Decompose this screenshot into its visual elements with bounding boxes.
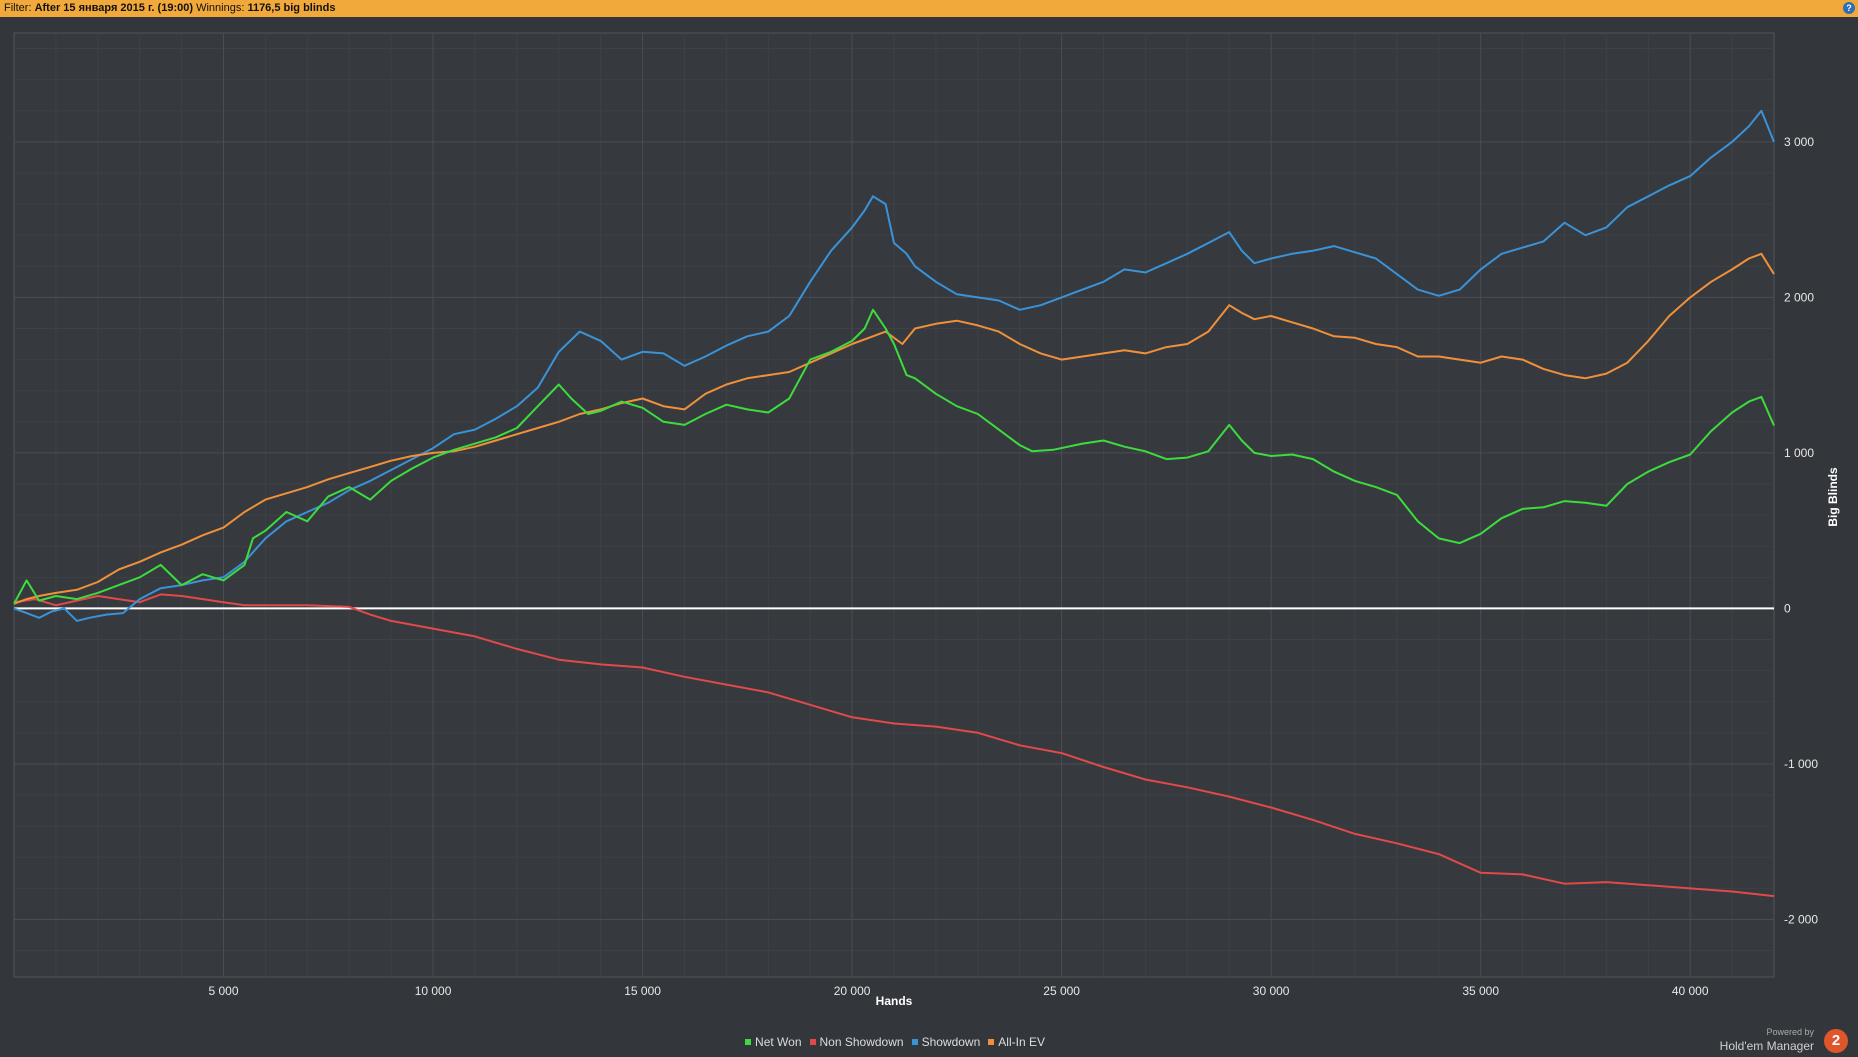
legend-swatch — [988, 1039, 995, 1045]
x-tick-label: 25 000 — [1043, 984, 1080, 998]
legend-label: All-In EV — [998, 1035, 1045, 1049]
graph-chart: 5 000 10 000 15 000 20 000 25 000 30 000 35 00… — [13, 32, 1840, 1008]
winnings-value: 1176,5 big blinds — [247, 2, 336, 14]
legend-item-net-won[interactable]: Net Won — [745, 1035, 802, 1049]
chart-legend: Net Won Non Showdown Showdown All-In EV — [0, 1035, 1790, 1049]
legend-label: Net Won — [755, 1035, 802, 1049]
x-axis-tick-labels: 5 000 10 000 15 000 20 000 25 000 30 000 35 00… — [209, 984, 1709, 998]
x-tick-label: 30 000 — [1253, 984, 1290, 998]
x-tick-label: 40 000 — [1672, 984, 1709, 998]
x-tick-label: 5 000 — [209, 984, 239, 998]
filter-label: Filter: — [4, 2, 32, 14]
x-axis-title: Hands — [876, 994, 913, 1008]
y-tick-label: 3 000 — [1784, 135, 1814, 149]
legend-item-showdown[interactable]: Showdown — [911, 1035, 981, 1049]
winnings-label: Winnings: — [196, 2, 245, 14]
y-tick-label: -1 000 — [1784, 757, 1818, 771]
x-tick-label: 10 000 — [415, 984, 452, 998]
filter-bar: Filter: After 15 января 2015 г. (19:00) … — [0, 0, 1858, 17]
help-icon[interactable]: ? — [1843, 2, 1855, 14]
y-tick-label: -2 000 — [1784, 912, 1818, 926]
filter-value[interactable]: After 15 января 2015 г. (19:00) — [35, 2, 193, 14]
y-axis-tick-labels: -2 000 -1 000 0 1 000 2 000 3 000 — [1784, 135, 1818, 927]
x-tick-label: 15 000 — [624, 984, 661, 998]
y-tick-label: 2 000 — [1784, 290, 1814, 304]
holdem-manager-logo-icon: 2 — [1824, 1029, 1848, 1053]
x-tick-label: 20 000 — [834, 984, 871, 998]
product-name: Hold'em Manager — [1719, 1039, 1814, 1053]
legend-swatch — [745, 1039, 752, 1045]
legend-label: Non Showdown — [819, 1035, 904, 1049]
y-axis-title: Big Blinds — [1826, 467, 1840, 527]
legend-item-non-showdown[interactable]: Non Showdown — [809, 1035, 904, 1049]
legend-swatch — [809, 1039, 816, 1045]
y-tick-label: 0 — [1784, 601, 1791, 615]
y-tick-label: 1 000 — [1784, 446, 1814, 460]
legend-item-all-in-ev[interactable]: All-In EV — [988, 1035, 1045, 1049]
legend-label: Showdown — [921, 1035, 981, 1049]
powered-by-text: Powered by — [1766, 1027, 1814, 1037]
legend-swatch — [911, 1039, 918, 1045]
x-tick-label: 35 000 — [1462, 984, 1499, 998]
